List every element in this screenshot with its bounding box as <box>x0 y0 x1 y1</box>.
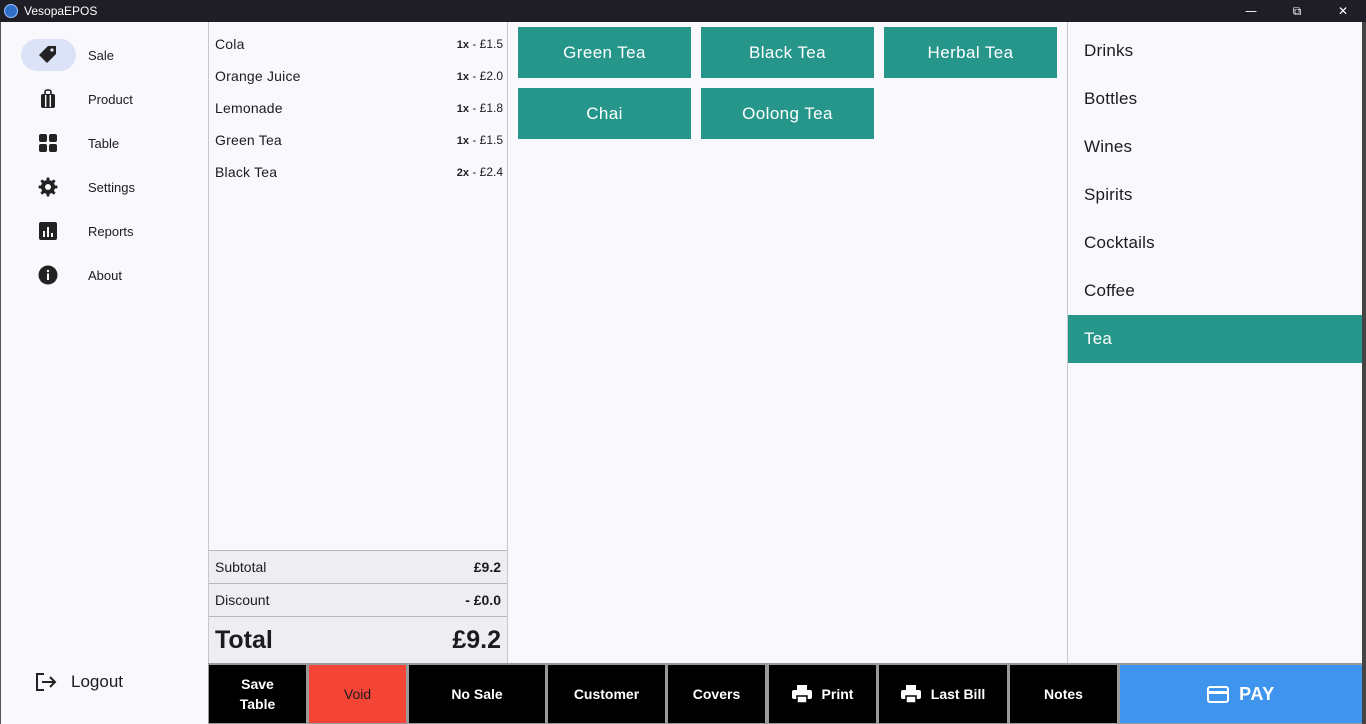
sidebar-item-label: Table <box>88 136 120 151</box>
sidebar-item-product[interactable]: Product <box>21 83 191 115</box>
sidebar-item-label: Product <box>88 92 133 107</box>
sidebar-item-sale[interactable]: Sale <box>21 39 191 71</box>
sidebar-nav: Sale Product Table Settings Reports Abou… <box>0 22 208 724</box>
sidebar-item-label: About <box>88 268 122 283</box>
print-label: Print <box>821 686 854 702</box>
save-table-button[interactable]: Save Table <box>209 665 306 723</box>
no-sale-button[interactable]: No Sale <box>409 665 545 723</box>
order-line[interactable]: Black Tea 2x - £2.4 <box>215 162 503 182</box>
window-controls: — ⧉ ✕ <box>1228 0 1366 22</box>
category-item-cocktails[interactable]: Cocktails <box>1068 219 1364 267</box>
product-button-black-tea[interactable]: Black Tea <box>701 27 874 78</box>
category-list: Drinks Bottles Wines Spirits Cocktails C… <box>1067 22 1364 663</box>
order-item-name: Green Tea <box>215 132 282 148</box>
sidebar-item-label: Sale <box>88 48 115 63</box>
order-line[interactable]: Lemonade 1x - £1.8 <box>215 98 503 118</box>
product-button-oolong-tea[interactable]: Oolong Tea <box>701 88 874 139</box>
order-line[interactable]: Green Tea 1x - £1.5 <box>215 130 503 150</box>
sidebar-item-settings[interactable]: Settings <box>21 171 191 203</box>
sidebar-item-about[interactable]: About <box>21 259 191 291</box>
sidebar-item-reports[interactable]: Reports <box>21 215 191 247</box>
restore-icon[interactable]: ⧉ <box>1274 0 1320 22</box>
product-button-green-tea[interactable]: Green Tea <box>518 27 691 78</box>
order-item-qty-price: 1x - £1.5 <box>456 37 503 51</box>
discount-value: - £0.0 <box>465 592 501 608</box>
vesopa-logo-icon <box>4 4 18 18</box>
total-value: £9.2 <box>452 625 501 654</box>
logout-button[interactable]: Logout <box>35 670 123 694</box>
total-label: Total <box>215 625 273 654</box>
void-button[interactable]: Void <box>309 665 406 723</box>
order-item-qty-price: 2x - £2.4 <box>456 165 503 179</box>
info-icon <box>38 265 58 285</box>
save-table-label-line2: Table <box>239 696 276 712</box>
bar-chart-icon <box>39 222 57 240</box>
sidebar-item-label: Settings <box>88 180 135 195</box>
category-item-coffee[interactable]: Coffee <box>1068 267 1364 315</box>
order-item-qty-price: 1x - £2.0 <box>456 69 503 83</box>
order-item-name: Cola <box>215 36 245 52</box>
customer-button[interactable]: Customer <box>548 665 665 723</box>
minimize-icon[interactable]: — <box>1228 0 1274 22</box>
grid-icon <box>39 134 57 152</box>
last-bill-label: Last Bill <box>930 686 986 702</box>
order-panel: Cola 1x - £1.5 Orange Juice 1x - £2.0 Le… <box>208 22 508 663</box>
total-row: Total £9.2 <box>209 616 507 663</box>
notes-button[interactable]: Notes <box>1010 665 1117 723</box>
action-bar: Save Table Void No Sale Customer Covers … <box>208 663 1362 724</box>
pay-label: PAY <box>1239 684 1275 704</box>
category-item-tea[interactable]: Tea <box>1068 315 1364 363</box>
category-item-wines[interactable]: Wines <box>1068 123 1364 171</box>
window-title: VesopaEPOS <box>24 4 98 18</box>
order-line[interactable]: Orange Juice 1x - £2.0 <box>215 66 503 86</box>
product-button-chai[interactable]: Chai <box>518 88 691 139</box>
save-table-label-line1: Save <box>241 676 274 692</box>
product-button-herbal-tea[interactable]: Herbal Tea <box>884 27 1057 78</box>
subtotal-label: Subtotal <box>215 559 267 575</box>
pay-button[interactable]: PAY <box>1120 665 1362 723</box>
close-icon[interactable]: ✕ <box>1320 0 1366 22</box>
printer-icon <box>900 685 921 703</box>
subtotal-row: Subtotal £9.2 <box>209 550 507 583</box>
printer-icon <box>791 685 812 703</box>
covers-button[interactable]: Covers <box>668 665 765 723</box>
gear-icon <box>38 177 58 197</box>
logout-icon <box>36 673 57 691</box>
window-border <box>1362 22 1366 724</box>
order-item-qty-price: 1x - £1.5 <box>456 133 503 147</box>
order-item-name: Black Tea <box>215 164 278 180</box>
product-grid: Green Tea Black Tea Herbal Tea Chai Oolo… <box>508 22 1068 663</box>
tag-icon <box>39 46 56 63</box>
category-item-drinks[interactable]: Drinks <box>1068 27 1364 75</box>
category-item-spirits[interactable]: Spirits <box>1068 171 1364 219</box>
order-item-name: Orange Juice <box>215 68 301 84</box>
credit-card-icon <box>1207 685 1230 703</box>
discount-label: Discount <box>215 592 270 608</box>
order-item-qty-price: 1x - £1.8 <box>456 101 503 115</box>
sidebar-item-table[interactable]: Table <box>21 127 191 159</box>
print-button[interactable]: Print <box>769 665 876 723</box>
order-item-name: Lemonade <box>215 100 283 116</box>
shopping-bag-icon <box>41 89 55 108</box>
logout-label: Logout <box>71 672 123 691</box>
order-line[interactable]: Cola 1x - £1.5 <box>215 34 503 54</box>
window-titlebar: VesopaEPOS — ⧉ ✕ <box>0 0 1366 22</box>
discount-row: Discount - £0.0 <box>209 583 507 616</box>
category-item-bottles[interactable]: Bottles <box>1068 75 1364 123</box>
subtotal-value: £9.2 <box>473 559 501 575</box>
sidebar-item-label: Reports <box>88 224 134 239</box>
last-bill-button[interactable]: Last Bill <box>879 665 1007 723</box>
